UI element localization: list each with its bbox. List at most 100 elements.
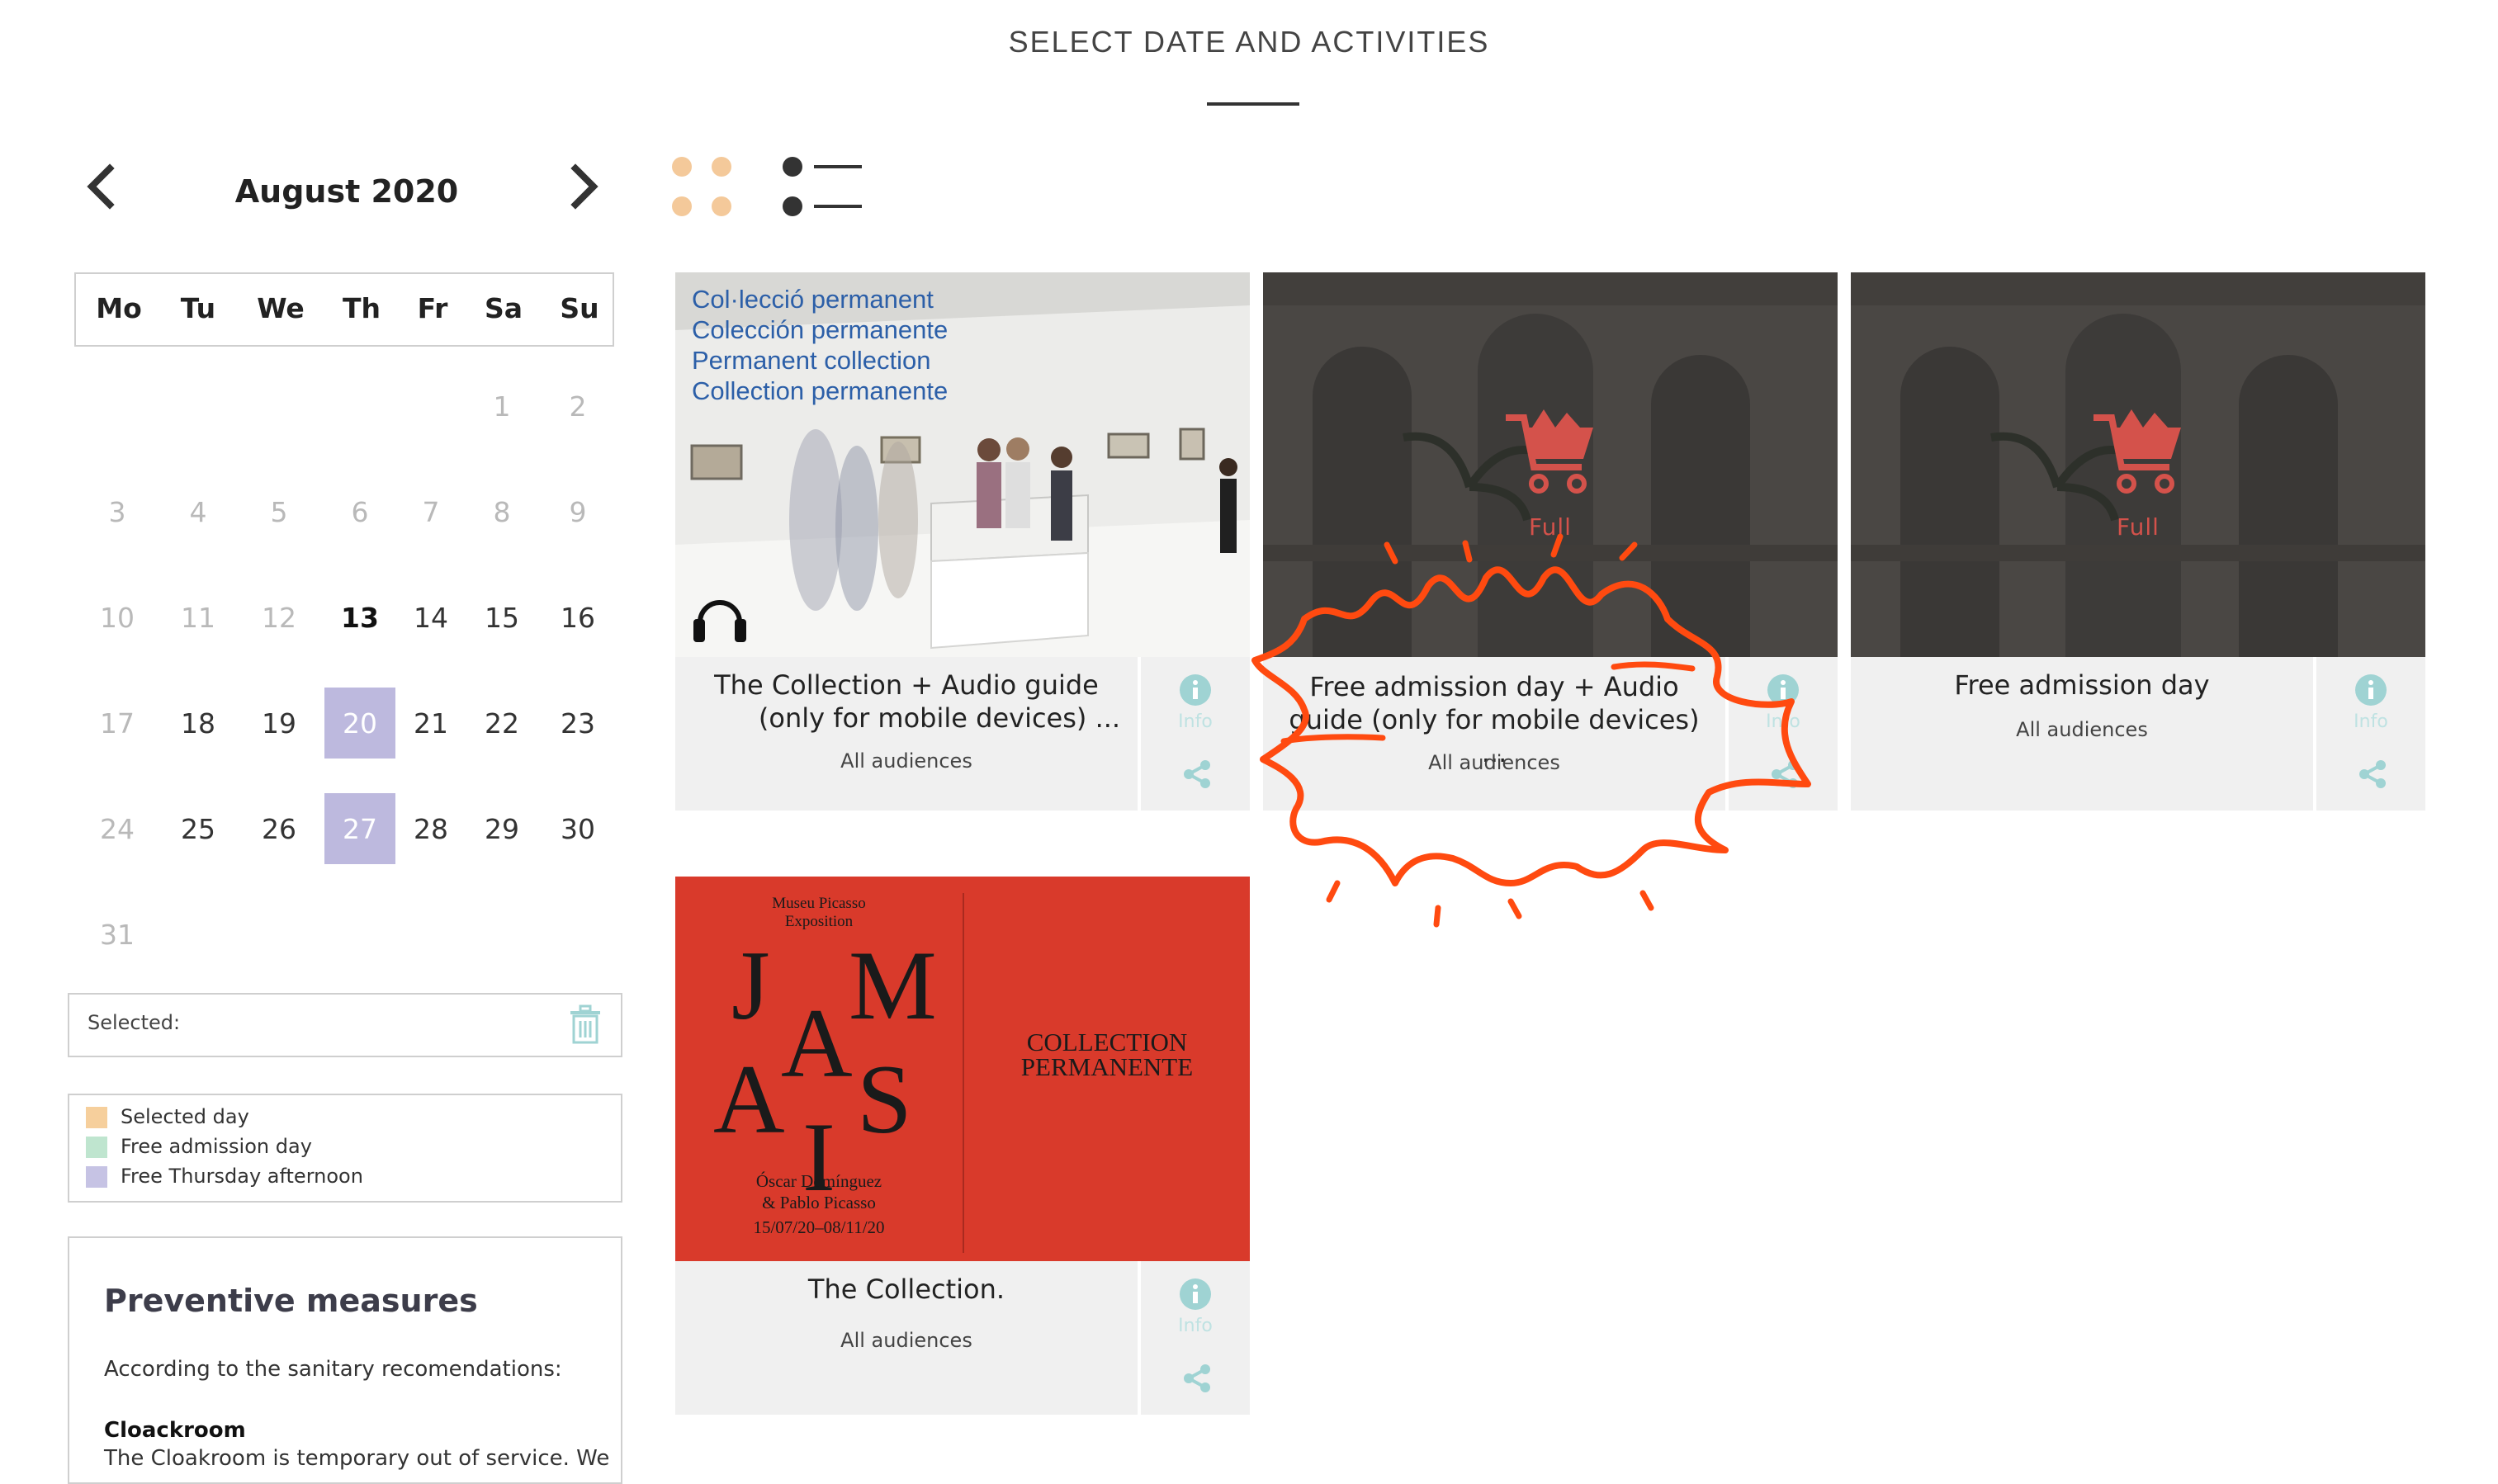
info-label[interactable]: Info (2316, 711, 2425, 732)
calendar-day[interactable]: 15 (466, 582, 537, 653)
poster-artists: Óscar Domínguez & Pablo Picasso 15/07/20… (675, 1170, 963, 1238)
caption-line: Permanent collection (692, 346, 931, 375)
prev-month-button[interactable] (78, 162, 128, 211)
card-audience: All audiences (1428, 751, 1560, 774)
calendar-legend: Selected day Free admission day Free Thu… (68, 1094, 622, 1203)
info-icon[interactable] (1179, 673, 1212, 707)
preventive-intro: According to the sanitary recomendations… (104, 1357, 562, 1382)
info-label[interactable]: Info (1141, 1316, 1250, 1336)
next-month-button[interactable] (557, 162, 607, 211)
info-icon[interactable] (2354, 673, 2387, 707)
card-title: The Collection. (807, 1274, 1005, 1305)
calendar-day-free-thursday[interactable]: 27 (324, 793, 395, 864)
weekday-tu: Tu (180, 292, 216, 324)
cart-full-icon (2093, 409, 2181, 494)
legend-label: Free admission day (121, 1135, 312, 1158)
weekday-th: Th (342, 292, 381, 324)
card-title: Free admission day (1954, 669, 2210, 701)
card-title: The Collection + Audio guide (only for m… (692, 669, 1121, 735)
calendar-day[interactable]: 29 (466, 793, 537, 864)
poster-collection-line: COLLECTION (1026, 1028, 1188, 1056)
chevron-left-icon (87, 163, 115, 210)
calendar-day[interactable]: 14 (395, 582, 466, 653)
activity-card[interactable]: Museu Picasso Exposition J M A A S I Ósc… (675, 877, 1250, 1415)
calendar-day[interactable]: 26 (244, 793, 315, 864)
activity-card[interactable]: Col·lecció permanent Colección permanent… (675, 272, 1250, 811)
card-title-line: The Collection + Audio guide (714, 669, 1099, 701)
collection-image-caption: Col·lecció permanent Colección permanent… (692, 284, 948, 406)
caption-line: Col·lecció permanent (692, 285, 934, 314)
activity-card[interactable]: Full Free admission day All audiences In… (1851, 272, 2425, 811)
card-image: Full (1851, 272, 2425, 657)
calendar-day[interactable]: 18 (163, 688, 234, 759)
calendar-day[interactable]: 23 (542, 688, 613, 759)
card-actions: Info (1138, 1261, 1250, 1415)
poster-collection-line: PERMANENTE (1020, 1052, 1194, 1081)
share-icon[interactable] (1182, 1363, 1212, 1393)
calendar-day: 17 (100, 707, 135, 740)
legend-label: Free Thursday afternoon (121, 1165, 363, 1188)
grid-dot (672, 157, 692, 177)
card-actions: Info (1725, 657, 1838, 811)
calendar-day[interactable]: 22 (466, 688, 537, 759)
calendar-day[interactable]: 21 (395, 688, 466, 759)
calendar-day[interactable]: 19 (244, 688, 315, 759)
card-actions: Info (1138, 657, 1250, 811)
weekday-sa: Sa (484, 292, 523, 324)
trash-icon (570, 1004, 600, 1044)
calendar-month-label: August 2020 (234, 173, 459, 210)
grid-dot (672, 196, 692, 216)
poster-heading-line: Museu Picasso (772, 895, 866, 912)
poster-letter: J (731, 930, 770, 1040)
legend-swatch (86, 1137, 107, 1158)
calendar-day[interactable]: 28 (395, 793, 466, 864)
info-label[interactable]: Info (1141, 711, 1250, 732)
calendar-day: 31 (100, 918, 135, 951)
calendar-day-free-thursday[interactable]: 20 (324, 688, 395, 759)
caption-line: Colección permanente (692, 315, 949, 344)
share-icon[interactable] (1770, 759, 1800, 789)
cart-full-icon (1506, 409, 1593, 494)
calendar-day: 4 (189, 495, 207, 528)
selected-dates-box: Selected: (68, 993, 622, 1057)
card-audience: All audiences (840, 1329, 972, 1352)
status-full-label: Full (2117, 513, 2160, 541)
poster-letter: M (849, 930, 937, 1040)
calendar-day-today[interactable]: 13 (324, 582, 395, 653)
poster-letter: S (857, 1044, 912, 1154)
card-title-line: Free admission day + Audio (1309, 671, 1679, 702)
card-image: Full (1263, 272, 1838, 657)
poster-letter: A (781, 988, 853, 1098)
list-view-toggle[interactable] (779, 154, 878, 220)
preventive-title: Preventive measures (104, 1283, 478, 1319)
info-icon[interactable] (1179, 1278, 1212, 1311)
title-divider (1207, 102, 1299, 106)
caption-line: Collection permanente (692, 376, 949, 405)
calendar-day[interactable]: 30 (542, 793, 613, 864)
card-audience: All audiences (2016, 718, 2148, 741)
calendar-day[interactable]: 25 (163, 793, 234, 864)
legend-swatch (86, 1107, 107, 1128)
chevron-right-icon (570, 163, 598, 210)
poster-dates: 15/07/20–08/11/20 (753, 1217, 885, 1237)
share-icon[interactable] (1182, 759, 1212, 789)
weekday-su: Su (560, 292, 599, 324)
grid-view-toggle[interactable] (669, 154, 751, 220)
info-label[interactable]: Info (1729, 711, 1838, 732)
poster-collection-label: COLLECTION PERMANENTE (964, 1028, 1250, 1081)
weekday-we: We (257, 292, 305, 324)
calendar-day: 3 (108, 495, 126, 528)
info-icon[interactable] (1767, 673, 1800, 707)
calendar-day[interactable]: 16 (542, 582, 613, 653)
list-dot (783, 196, 802, 216)
selected-label: Selected: (88, 1011, 181, 1034)
grid-dot (712, 157, 731, 177)
status-full-label: Full (1529, 513, 1572, 541)
activity-card[interactable]: Full Free admission day + Audio guide (o… (1263, 272, 1838, 811)
card-audience: All audiences (840, 749, 972, 773)
poster-heading: Museu Picasso Exposition (675, 895, 963, 931)
share-icon[interactable] (2358, 759, 2387, 789)
preventive-body: The Cloakroom is temporary out of servic… (104, 1446, 610, 1471)
clear-selection-button[interactable] (569, 1004, 602, 1047)
poster-heading-line: Exposition (784, 913, 854, 930)
